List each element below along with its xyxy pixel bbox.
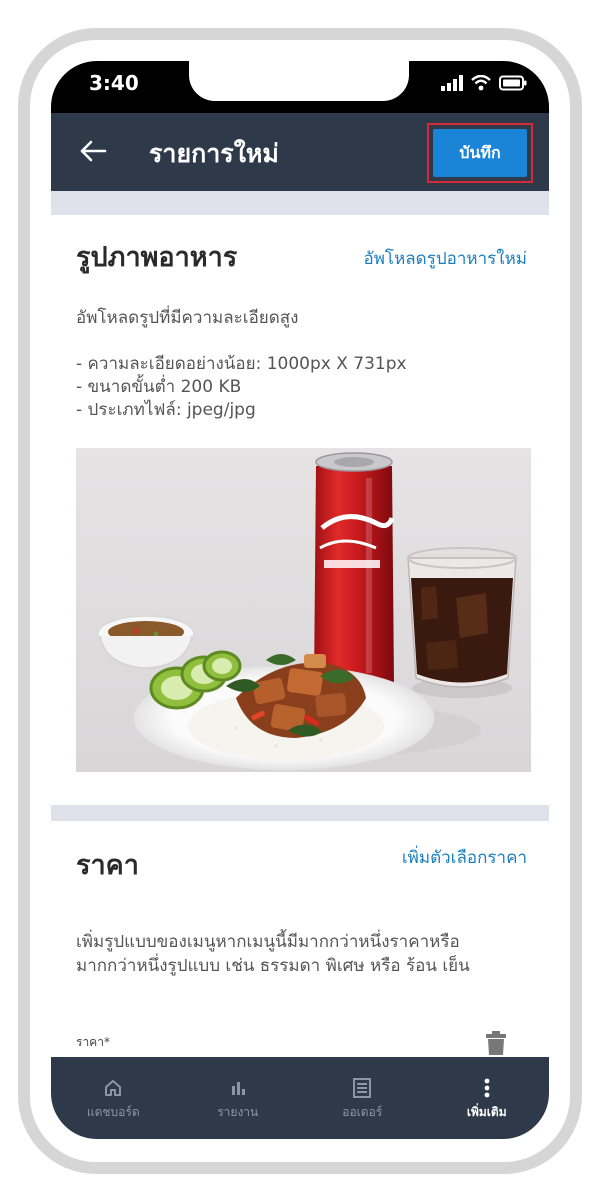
list-icon — [353, 1078, 372, 1098]
nav-item-more[interactable]: เพิ่มเติม — [425, 1057, 550, 1139]
price-card: ราคา เพิ่มตัวเลือกราคา เพิ่มรูปแบบของเมน… — [51, 821, 549, 1057]
status-bar: 3:40 — [51, 61, 549, 113]
phone-screen: 3:40 รายการใหม่ บันทึก รูปภาพอาหาร อัพโห… — [51, 61, 549, 1139]
wifi-icon — [471, 75, 491, 91]
food-photo[interactable] — [76, 448, 531, 772]
arrow-left-icon — [80, 140, 107, 162]
price-description-line-1: เพิ่มรูปแบบของเมนูหากเมนูนี้มีมากกว่าหนึ… — [76, 932, 460, 952]
page-title: รายการใหม่ — [149, 139, 279, 168]
battery-icon — [499, 75, 527, 91]
camera-notch — [189, 61, 409, 101]
status-icons — [441, 75, 527, 91]
bottom-nav: แดชบอร์ด รายงาน ออเดอร์ เพิ่มเติม — [51, 1057, 549, 1139]
upload-new-image-link[interactable]: อัพโหลดรูปอาหารใหม่ — [364, 245, 527, 272]
nav-item-dashboard[interactable]: แดชบอร์ด — [51, 1057, 176, 1139]
price-description-line-2: มากกว่าหนึ่งรูปแบบ เช่น ธรรมดา พิเศษ หรื… — [76, 956, 470, 976]
bar-chart-icon — [231, 1082, 245, 1095]
nav-label-more: เพิ่มเติม — [466, 1105, 507, 1119]
save-button[interactable]: บันทึก — [433, 129, 527, 177]
food-image-title: รูปภาพอาหาร — [76, 242, 238, 273]
home-icon — [105, 1080, 122, 1096]
requirement-resolution: - ความละเอียดอย่างน้อย: 1000px X 731px — [76, 354, 407, 374]
nav-item-reports[interactable]: รายงาน — [176, 1057, 301, 1139]
requirement-file-size: - ขนาดขั้นต่ำ 200 KB — [76, 377, 242, 397]
status-time: 3:40 — [89, 71, 139, 95]
price-field-label: ราคา* — [76, 1035, 110, 1049]
price-title: ราคา — [76, 850, 139, 881]
nav-label-dashboard: แดชบอร์ด — [86, 1105, 140, 1119]
requirement-file-type: - ประเภทไฟล์: jpeg/jpg — [76, 400, 256, 420]
signal-icon — [441, 75, 463, 91]
save-button-highlight: บันทึก — [427, 123, 533, 183]
app-header: รายการใหม่ บันทึก — [51, 113, 549, 191]
upload-description: อัพโหลดรูปที่มีความละเอียดสูง — [76, 308, 299, 328]
content-scroll-area[interactable]: รูปภาพอาหาร อัพโหลดรูปอาหารใหม่ อัพโหลดร… — [51, 191, 549, 1057]
trash-icon — [486, 1031, 506, 1055]
nav-label-reports: รายงาน — [217, 1105, 259, 1119]
add-price-option-link[interactable]: เพิ่มตัวเลือกราคา — [402, 844, 527, 871]
nav-item-orders[interactable]: ออเดอร์ — [300, 1057, 425, 1139]
back-button[interactable] — [73, 131, 113, 171]
nav-label-orders: ออเดอร์ — [342, 1105, 383, 1119]
more-vertical-icon — [484, 1078, 490, 1098]
food-image-card: รูปภาพอาหาร อัพโหลดรูปอาหารใหม่ อัพโหลดร… — [51, 215, 549, 805]
delete-price-button[interactable] — [486, 1031, 506, 1057]
